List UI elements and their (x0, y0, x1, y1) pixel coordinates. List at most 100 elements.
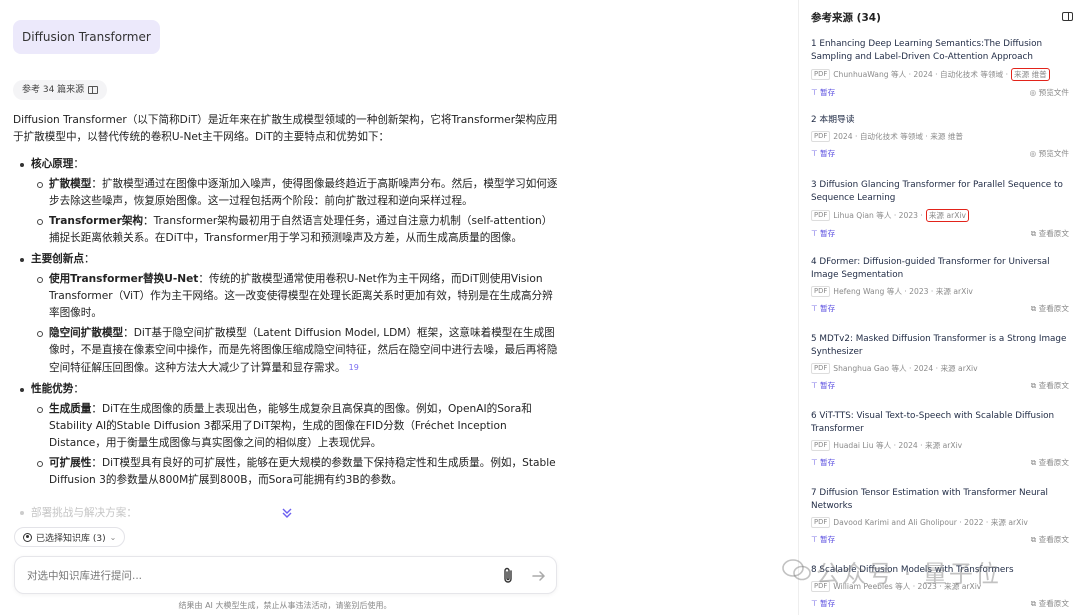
open-source-button[interactable]: ⧉ 查看原文 (1031, 228, 1069, 239)
list-item: 使用Transformer替换U-Net：传统的扩散模型通常使用卷积U-Net作… (31, 271, 558, 322)
source-item[interactable]: 3 Diffusion Glancing Transformer for Par… (811, 179, 1073, 240)
section-innovation: 主要创新点： 使用Transformer替换U-Net：传统的扩散模型通常使用卷… (13, 251, 558, 377)
source-meta: PDF ChunhuaWang 等人 · 2024 · 自动化技术 等领域 · 来源… (811, 68, 1073, 81)
source-meta-text: ChunhuaWang 等人 · 2024 · 自动化技术 等领域 · (833, 70, 1008, 79)
external-link-icon: ⧉ (1030, 304, 1037, 313)
source-title[interactable]: 3 Diffusion Glancing Transformer for Par… (811, 179, 1073, 205)
item-text: DiT模型具有良好的可扩展性，能够在更大规模的参数量下保持稳定性和生成质量。例如… (49, 457, 556, 486)
action-label: 预览文件 (1038, 149, 1069, 158)
save-label: 暂存 (820, 381, 836, 390)
pdf-badge: PDF (811, 131, 831, 142)
source-item[interactable]: 6 ViT-TTS: Visual Text-to-Speech with Sc… (811, 410, 1073, 469)
external-link-icon: ⧉ (1030, 599, 1037, 608)
section-performance: 性能优势： 生成质量：DiT在生成图像的质量上表现出色，能够生成复杂且高保真的图… (13, 381, 558, 489)
list-item: 隐空间扩散模型：DiT基于隐空间扩散模型（Latent Diffusion Mo… (31, 325, 558, 377)
source-title[interactable]: 6 ViT-TTS: Visual Text-to-Speech with Sc… (811, 410, 1073, 436)
source-item[interactable]: 2 本期导读 PDF 2024 · 自动化技术 等领域 · 来源 维普 ⊤ 暂存 ◎ 预… (811, 114, 1073, 160)
source-origin: 来源 维普 (1010, 68, 1050, 81)
eye-icon: ◎ (1029, 88, 1037, 97)
question-input[interactable] (27, 567, 477, 585)
scroll-down-icon[interactable] (280, 507, 294, 521)
references-toggle[interactable]: 参考 34 篇来源 (13, 80, 108, 100)
save-button[interactable]: ⊤ 暂存 (811, 87, 835, 98)
save-label: 暂存 (820, 149, 836, 158)
source-title-text: Diffusion Tensor Estimation with Transfo… (811, 488, 1048, 511)
save-button[interactable]: ⊤ 暂存 (811, 148, 835, 159)
knowledge-base-selector[interactable]: 已选择知识库 (3) ⌄ (14, 527, 126, 547)
attachment-icon[interactable] (501, 567, 517, 585)
source-actions: ⊤ 暂存 ⧉ 查看原文 (811, 380, 1073, 392)
item-label: Transformer架构 (49, 215, 144, 227)
source-title[interactable]: 5 MDTv2: Masked Diffusion Transformer is… (811, 333, 1073, 359)
open-source-button[interactable]: ⧉ 查看原文 (1031, 457, 1069, 468)
save-button[interactable]: ⊤ 暂存 (811, 380, 835, 391)
source-item[interactable]: 5 MDTv2: Masked Diffusion Transformer is… (811, 333, 1073, 392)
save-button[interactable]: ⊤ 暂存 (811, 228, 835, 239)
pin-icon: ⊤ (811, 149, 818, 158)
answer-sections: 核心原理： 扩散模型：扩散模型通过在图像中逐渐加入噪声，使得图像最终趋近于高斯噪… (13, 156, 558, 489)
source-title-text: ViT-TTS: Visual Text-to-Speech with Scal… (811, 411, 1055, 434)
citation-link[interactable]: 19 (349, 363, 359, 372)
open-source-button[interactable]: ⧉ 查看原文 (1031, 534, 1069, 545)
section-title: 主要创新点 (31, 253, 84, 265)
source-title[interactable]: 1 Enhancing Deep Learning Semantics:The … (811, 38, 1073, 64)
source-number: 7 (811, 488, 817, 498)
wechat-icon (782, 558, 812, 582)
open-source-button[interactable]: ⧉ 查看原文 (1031, 303, 1069, 314)
pin-icon: ⊤ (811, 304, 818, 313)
radio-icon (23, 532, 32, 542)
save-button[interactable]: ⊤ 暂存 (811, 457, 835, 468)
section-title: 性能优势 (31, 383, 74, 395)
save-button[interactable]: ⊤ 暂存 (811, 534, 835, 545)
source-title[interactable]: 4 DFormer: Diffusion-guided Transformer … (811, 256, 1073, 282)
list-item: 生成质量：DiT在生成图像的质量上表现出色，能够生成复杂且高保真的图像。例如，O… (31, 401, 558, 452)
source-title-text: 本期导读 (819, 115, 855, 125)
source-title[interactable]: 7 Diffusion Tensor Estimation with Trans… (811, 487, 1073, 513)
answer-intro: Diffusion Transformer（以下简称DiT）是近年来在扩散生成模… (13, 114, 558, 143)
source-actions: ⊤ 暂存 ◎ 预览文件 (811, 87, 1073, 99)
open-source-button[interactable]: ◎ 预览文件 (1030, 87, 1069, 98)
open-source-button[interactable]: ◎ 预览文件 (1030, 148, 1069, 159)
save-button[interactable]: ⊤ 暂存 (811, 598, 835, 609)
save-button[interactable]: ⊤ 暂存 (811, 303, 835, 314)
source-meta-text: Davood Karimi and Ali Gholipour · 2022 ·… (833, 518, 1028, 527)
sources-panel: 参考来源 (34) 1 Enhancing Deep Learning Sema… (798, 0, 1080, 615)
open-source-button[interactable]: ⧉ 查看原文 (1031, 598, 1069, 609)
source-origin: 来源 arXiv (925, 209, 970, 222)
source-actions: ⊤ 暂存 ⧉ 查看原文 (811, 228, 1073, 240)
save-label: 暂存 (820, 535, 836, 544)
send-icon[interactable] (529, 566, 549, 586)
item-label: 生成质量 (49, 403, 92, 415)
external-link-icon: ⧉ (1030, 535, 1037, 544)
source-meta: PDF Shanghua Gao 等人 · 2024 · 来源 arXiv (811, 363, 1073, 374)
source-actions: ⊤ 暂存 ⧉ 查看原文 (811, 534, 1073, 546)
source-meta-text: Shanghua Gao 等人 · 2024 · 来源 arXiv (833, 364, 978, 373)
source-number: 6 (811, 411, 817, 421)
source-title[interactable]: 2 本期导读 (811, 114, 1073, 127)
save-label: 暂存 (820, 304, 836, 313)
item-text: 扩散模型通过在图像中逐渐加入噪声，使得图像最终趋近于高斯噪声分布。然后，模型学习… (49, 178, 558, 207)
book-icon (88, 86, 99, 94)
open-source-button[interactable]: ⧉ 查看原文 (1031, 380, 1069, 391)
source-item[interactable]: 7 Diffusion Tensor Estimation with Trans… (811, 487, 1073, 546)
source-number: 4 (811, 257, 817, 267)
question-input-box[interactable] (14, 556, 557, 594)
action-label: 查看原文 (1038, 304, 1069, 313)
source-number: 2 (811, 115, 817, 125)
source-actions: ⊤ 暂存 ⧉ 查看原文 (811, 598, 1073, 610)
item-text: DiT基于隐空间扩散模型（Latent Diffusion Model, LDM… (49, 327, 558, 374)
references-label: 参考 34 篇来源 (22, 85, 85, 95)
source-meta-text: 2024 · 自动化技术 等领域 · 来源 维普 (833, 132, 964, 141)
source-title-text: Enhancing Deep Learning Semantics:The Di… (811, 39, 1043, 62)
source-item[interactable]: 1 Enhancing Deep Learning Semantics:The … (811, 38, 1073, 99)
pdf-badge: PDF (811, 69, 831, 80)
faded-section-title: 部署挑战与解决方案： (13, 505, 137, 520)
pdf-badge: PDF (811, 440, 831, 451)
panel-toggle-icon[interactable] (1062, 12, 1073, 21)
user-message: Diffusion Transformer (13, 20, 160, 54)
pin-icon: ⊤ (811, 599, 818, 608)
list-item: 扩散模型：扩散模型通过在图像中逐渐加入噪声，使得图像最终趋近于高斯噪声分布。然后… (31, 176, 558, 210)
source-meta: PDF Davood Karimi and Ali Gholipour · 202… (811, 517, 1073, 528)
source-item[interactable]: 4 DFormer: Diffusion-guided Transformer … (811, 256, 1073, 315)
external-link-icon: ⧉ (1030, 381, 1037, 390)
